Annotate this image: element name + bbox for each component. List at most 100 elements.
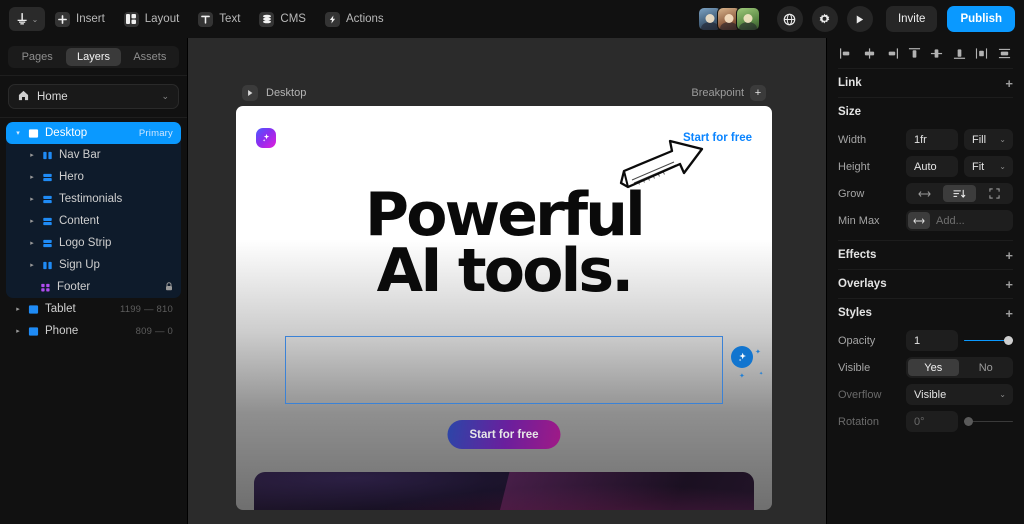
publish-button[interactable]: Publish <box>947 6 1015 32</box>
sidebar-item-sign-up[interactable]: ▸ Sign Up <box>6 254 181 276</box>
primary-badge: Primary <box>138 127 173 139</box>
tab-assets[interactable]: Assets <box>123 48 177 66</box>
height-row: Height Auto Fit ⌄ <box>827 153 1024 180</box>
opacity-input[interactable]: 1 <box>906 330 958 351</box>
tab-layers[interactable]: Layers <box>66 48 121 66</box>
twisty-icon[interactable]: ▸ <box>14 305 22 313</box>
collaborator-avatars <box>697 7 760 31</box>
distribute-vertical-icon[interactable] <box>996 45 1013 62</box>
twisty-icon[interactable]: ▸ <box>28 195 36 203</box>
visible-yes-option[interactable]: Yes <box>908 359 959 376</box>
slider-knob[interactable] <box>1004 336 1013 345</box>
min-max-input[interactable]: Add... <box>936 215 965 227</box>
add-effect-button[interactable]: + <box>1005 249 1013 262</box>
align-center-horizontal-icon[interactable] <box>861 45 878 62</box>
rotation-input[interactable]: 0° <box>906 411 958 432</box>
height-mode-select[interactable]: Fit ⌄ <box>964 156 1013 177</box>
ai-badge-dot[interactable] <box>731 346 753 368</box>
sparkle-logo-icon[interactable] <box>256 128 276 148</box>
expand-icon[interactable] <box>978 185 1011 202</box>
add-link-button[interactable]: + <box>1005 77 1013 90</box>
toolbar-insert-label: Insert <box>76 13 105 25</box>
overlays-section-title: Overlays <box>838 278 887 290</box>
sidebar-item-nav-bar[interactable]: ▸ Nav Bar <box>6 144 181 166</box>
arrows-horizontal-icon[interactable] <box>908 185 941 202</box>
frame-icon <box>28 326 39 337</box>
size-section-title: Size <box>838 106 862 118</box>
toolbar-actions[interactable]: Actions <box>319 6 393 32</box>
framer-editor-window: ⏚ ⌄ Insert Layout Text CMS Actions Invit… <box>0 0 1024 524</box>
hero-media-card[interactable] <box>254 472 754 510</box>
sparkle-accent-icon: ✦ <box>739 373 745 380</box>
align-bottom-icon[interactable] <box>951 45 968 62</box>
play-icon[interactable] <box>846 6 873 32</box>
sidebar-item-logo-strip[interactable]: ▸ Logo Strip <box>6 232 181 254</box>
avatar[interactable] <box>735 7 760 31</box>
overflow-select[interactable]: Visible ⌄ <box>906 384 1013 405</box>
breakpoint-control[interactable]: Breakpoint + <box>691 85 766 101</box>
width-mode-select[interactable]: Fill ⌄ <box>964 129 1013 150</box>
globe-icon[interactable] <box>776 6 803 32</box>
sidebar-item-desktop[interactable]: ▾ Desktop Primary <box>6 122 181 144</box>
toolbar-layout[interactable]: Layout <box>118 6 189 32</box>
slider-knob[interactable] <box>964 417 973 426</box>
sidebar-item-content[interactable]: ▸ Content <box>6 210 181 232</box>
play-icon[interactable] <box>242 85 258 101</box>
sidebar-item-tablet[interactable]: ▸ Tablet 1199 — 810 <box>6 298 181 320</box>
hero-heading-line-2: AI tools. <box>376 235 634 306</box>
artboard-name[interactable]: Desktop <box>266 87 306 99</box>
frame-icon <box>28 128 39 139</box>
add-breakpoint-button[interactable]: + <box>750 85 766 101</box>
height-input[interactable]: Auto <box>906 156 958 177</box>
toolbar-cms[interactable]: CMS <box>253 6 315 32</box>
twisty-icon[interactable]: ▸ <box>28 173 36 181</box>
toolbar-insert[interactable]: Insert <box>49 6 114 32</box>
page-selector[interactable]: Home ⌄ <box>8 84 179 109</box>
stack-icon <box>42 194 53 205</box>
tab-pages[interactable]: Pages <box>10 48 64 66</box>
align-right-icon[interactable] <box>883 45 900 62</box>
hero-cta-button[interactable]: Start for free <box>447 420 561 449</box>
twisty-icon[interactable]: ▸ <box>28 217 36 225</box>
add-style-button[interactable]: + <box>1005 307 1013 320</box>
app-menu-button[interactable]: ⏚ ⌄ <box>9 7 45 31</box>
twisty-icon[interactable]: ▸ <box>28 239 36 247</box>
canvas-area[interactable]: Desktop Breakpoint + Start for free Powe… <box>188 38 826 524</box>
bolt-icon <box>324 11 340 27</box>
page-selector-label: Home <box>37 90 68 103</box>
add-overlay-button[interactable]: + <box>1005 278 1013 291</box>
rotation-slider[interactable] <box>964 411 1013 432</box>
align-top-icon[interactable] <box>906 45 923 62</box>
align-left-icon[interactable] <box>838 45 855 62</box>
twisty-icon[interactable]: ▸ <box>28 261 36 269</box>
website-preview-frame[interactable]: Start for free Powerful AI tools. ✦ ✦ ✦ … <box>236 106 772 510</box>
distribute-horizontal-icon[interactable] <box>973 45 990 62</box>
opacity-label: Opacity <box>838 334 876 347</box>
sidebar-item-testimonials[interactable]: ▸ Testimonials <box>6 188 181 210</box>
layer-label: Sign Up <box>59 259 100 271</box>
twisty-icon[interactable]: ▸ <box>14 327 22 335</box>
twisty-icon[interactable]: ▸ <box>28 151 36 159</box>
opacity-slider[interactable] <box>964 330 1013 351</box>
sidebar-item-hero[interactable]: ▸ Hero <box>6 166 181 188</box>
min-max-field[interactable]: Add... <box>906 210 1013 231</box>
invite-button[interactable]: Invite <box>885 6 938 32</box>
grow-vertical-icon[interactable] <box>943 185 976 202</box>
width-input[interactable]: 1fr <box>906 129 958 150</box>
selected-element-outline[interactable] <box>285 336 723 404</box>
breakpoint-range: 809 — 0 <box>135 325 173 337</box>
toolbar-text[interactable]: Text <box>192 6 249 32</box>
sidebar-item-footer[interactable]: Footer <box>6 276 181 298</box>
width-label: Width <box>838 133 867 146</box>
grid-icon <box>40 282 51 293</box>
align-center-vertical-icon[interactable] <box>928 45 945 62</box>
sidebar-item-phone[interactable]: ▸ Phone 809 — 0 <box>6 320 181 342</box>
lock-icon[interactable] <box>165 281 173 293</box>
visible-no-option[interactable]: No <box>961 359 1012 376</box>
ai-sparkle-icon[interactable]: ✦ ✦ ✦ <box>731 346 763 380</box>
divider <box>0 75 187 76</box>
gear-icon[interactable] <box>811 6 838 32</box>
arrows-horizontal-icon[interactable] <box>908 212 930 229</box>
artboard-header: Desktop Breakpoint + <box>236 80 772 106</box>
twisty-icon[interactable]: ▾ <box>14 129 22 137</box>
